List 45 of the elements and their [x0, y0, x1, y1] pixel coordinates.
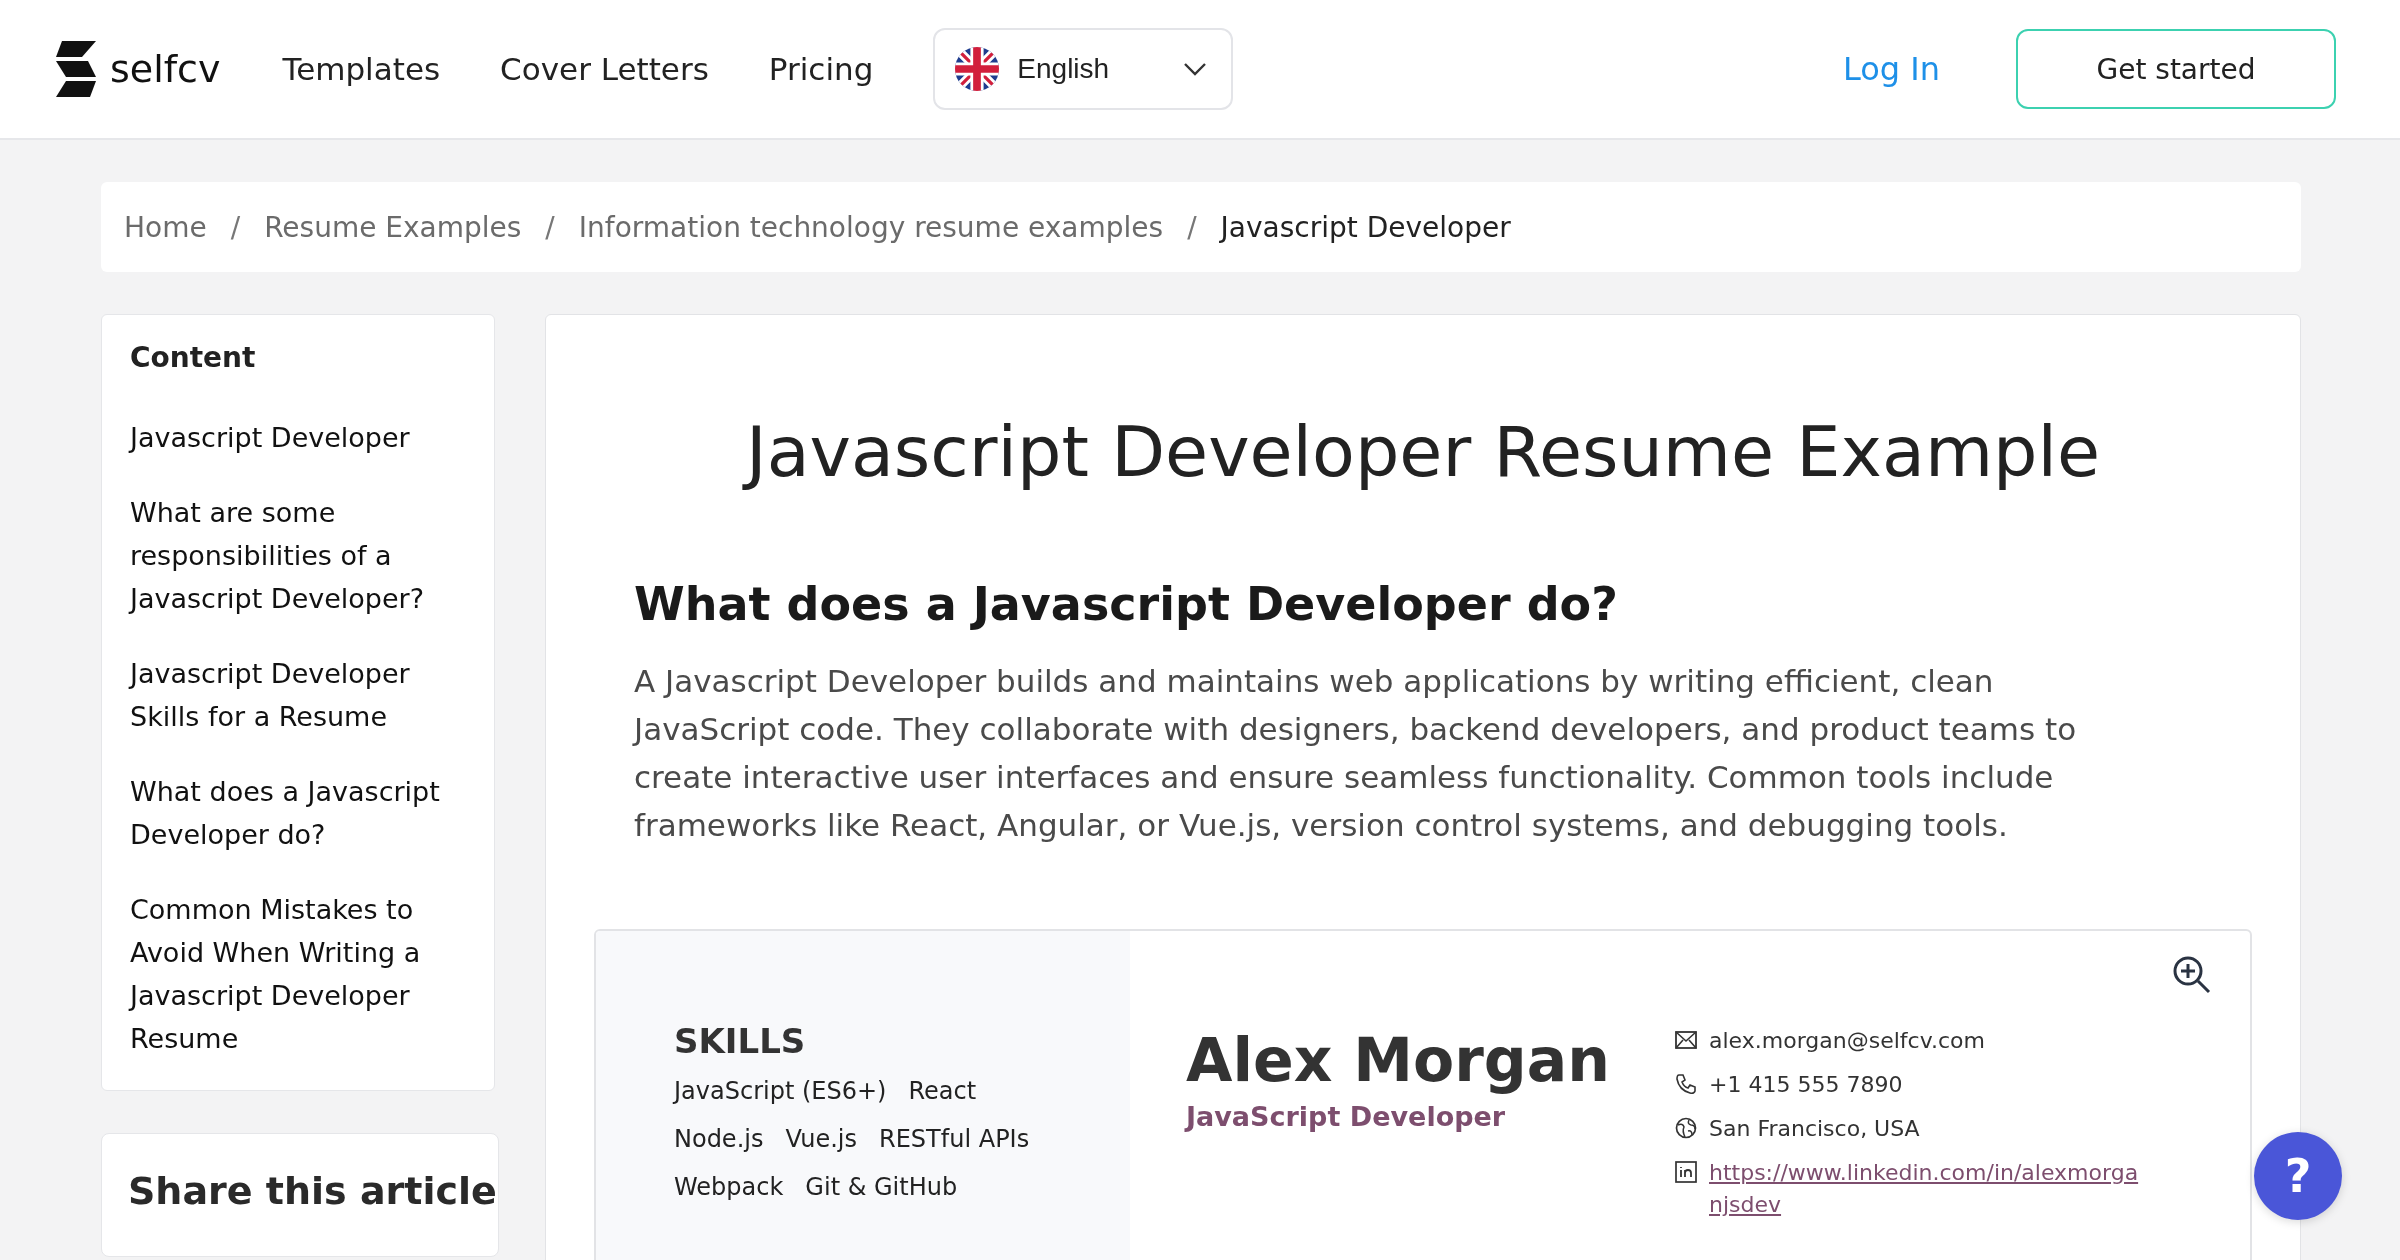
toc-link[interactable]: Javascript Developer [130, 416, 474, 459]
linkedin-link[interactable]: https://www.linkedin.com/in/alexmorganjsdev [1709, 1157, 2145, 1221]
breadcrumb-link[interactable]: Javascript Developer [1220, 210, 1511, 244]
resume-role: JavaScript Developer [1186, 1101, 1507, 1132]
article-title: Javascript Developer Resume Example [594, 411, 2252, 493]
flag-icon [955, 47, 1000, 91]
resume-name: Alex Morgan [1186, 1025, 1611, 1095]
logo-text[interactable]: selfcv [110, 47, 221, 91]
contact-text: San Francisco, USA [1709, 1115, 1920, 1143]
nav-link[interactable]: Templates [282, 51, 441, 87]
toc-link[interactable]: Javascript Developer Skills for a Resume [130, 652, 474, 738]
globe-icon [1675, 1117, 1697, 1139]
contact-text: alex.morgan@selfcv.com [1709, 1027, 1985, 1055]
breadcrumb-separator: / [1187, 210, 1197, 244]
language-dropdown[interactable]: English [933, 28, 1234, 110]
breadcrumb-separator: / [545, 210, 555, 244]
skill-item: JavaScript (ES6+) [674, 1077, 887, 1105]
skill-item: Vue.js [785, 1125, 857, 1153]
chevron-down-icon [1183, 62, 1208, 76]
zoom-in-icon[interactable] [2172, 955, 2212, 995]
breadcrumb-link[interactable]: Home [124, 210, 207, 244]
breadcrumb-separator: / [230, 210, 241, 244]
linkedin-icon [1675, 1161, 1697, 1183]
toc-link[interactable]: What does a Javascript Developer do? [130, 770, 474, 856]
skills-heading: SKILLS [674, 1021, 807, 1061]
envelope-icon [1675, 1029, 1697, 1051]
skill-item: Webpack [674, 1173, 784, 1201]
get-started-button[interactable]: Get started [2016, 29, 2336, 109]
breadcrumb-link[interactable]: Resume Examples [264, 210, 522, 244]
toc-title: Content [130, 341, 257, 374]
share-title: Share this article [128, 1168, 497, 1215]
contact-text: +1 415 555 7890 [1709, 1071, 1903, 1099]
toc-link[interactable]: What are some responsibilities of a Javascript Developer? [130, 491, 474, 620]
phone-icon [1675, 1073, 1697, 1095]
skill-item: React [908, 1077, 977, 1105]
nav-link[interactable]: Cover Letters [500, 51, 709, 87]
article-paragraph: A Javascript Developer builds and maintains web applications by writing efficient, clean JavaScript code. They collaborate with designers, backend developers, and product teams to create interactive user interfaces and ensure seamless functionality. Common tools include frameworks like React, Angular, or Vue.js, version control systems, and debugging tools. [634, 662, 2078, 845]
section-heading: What does a Javascript Developer do? [634, 577, 1619, 631]
skill-item: RESTful APIs [879, 1125, 1030, 1153]
skill-item: Node.js [674, 1125, 764, 1153]
breadcrumb-link[interactable]: Information technology resume examples [578, 210, 1164, 244]
skill-item: Git & GitHub [805, 1173, 958, 1201]
nav-link[interactable]: Pricing [768, 51, 874, 87]
toc-link[interactable]: Common Mistakes to Avoid When Writing a Javascript Developer Resume [130, 888, 474, 1060]
help-button[interactable]: ? [2254, 1132, 2342, 1220]
